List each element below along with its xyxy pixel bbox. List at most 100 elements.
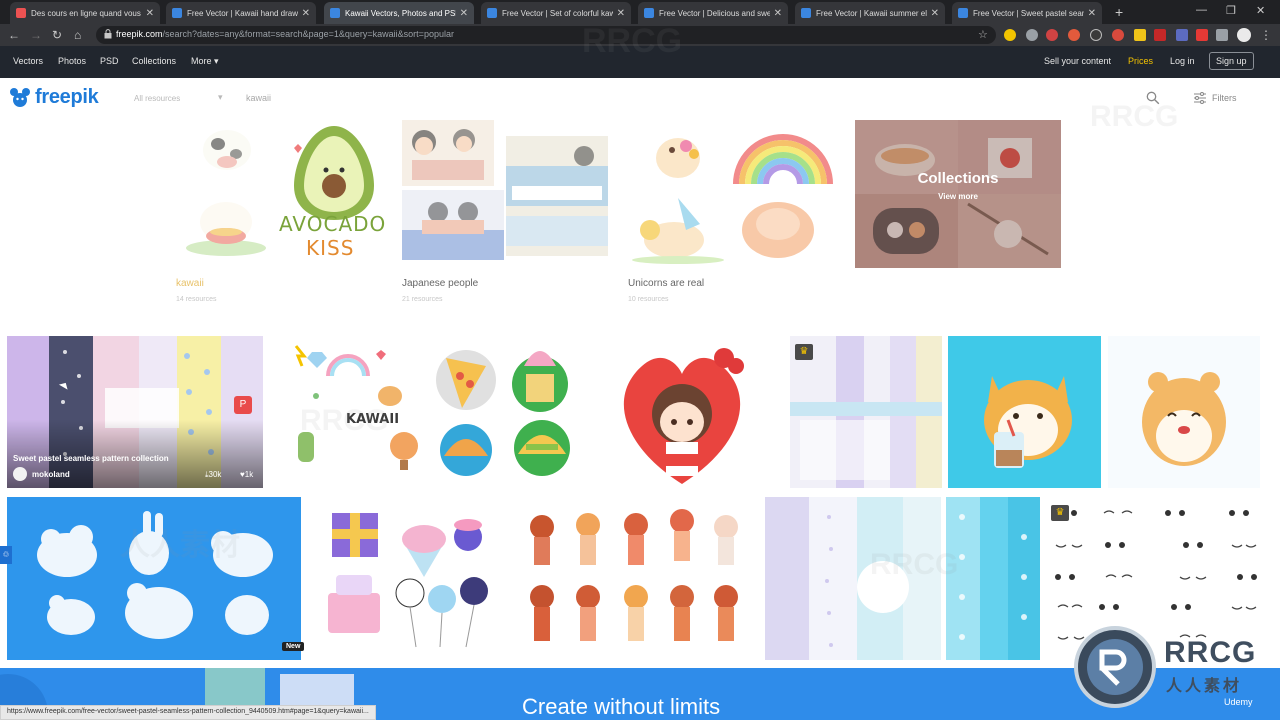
pinterest-save-icon[interactable]: P <box>234 396 252 414</box>
japanese-people-thumb-1 <box>402 120 494 186</box>
resources-dropdown[interactable]: All resources <box>134 94 180 103</box>
extension-dark-icon[interactable] <box>1090 29 1102 41</box>
close-tab-icon[interactable]: ✕ <box>302 8 310 19</box>
home-icon[interactable]: ⌂ <box>74 27 81 43</box>
tab-favicon-icon <box>330 8 340 18</box>
browser-tab[interactable]: Des cours en ligne quand vous ✕ <box>10 2 160 24</box>
download-count: ⤓30k <box>205 470 222 479</box>
profile-avatar[interactable] <box>1237 28 1251 42</box>
browser-tab[interactable]: Free Vector | Set of colorful kaw ✕ <box>481 2 631 24</box>
rrcg-watermark-name: RRCG <box>1164 636 1257 669</box>
maximize-icon[interactable]: ❐ <box>1226 4 1236 17</box>
resource-title[interactable]: Sweet pastel seamless pattern collection <box>13 454 169 463</box>
collection-count: 14 resources <box>176 296 217 303</box>
browser-tab[interactable]: Kawaii Vectors, Photos and PSD ✕ <box>324 2 474 24</box>
tab-title: Free Vector | Kawaii summer ele <box>816 8 927 18</box>
freepik-logo-icon[interactable] <box>8 86 32 108</box>
bookmark-star-icon[interactable]: ☆ <box>978 28 988 41</box>
nav-psd[interactable]: PSD <box>100 56 119 66</box>
collections-tile[interactable]: Collections View more <box>855 120 1061 268</box>
filters-button[interactable]: Filters <box>1212 93 1237 103</box>
tab-title: Free Vector | Kawaii hand drawn <box>187 8 298 18</box>
like-count[interactable]: ♥1k <box>240 470 253 479</box>
search-input[interactable]: kawaii <box>246 93 271 103</box>
reload-icon[interactable]: ↻ <box>52 27 62 43</box>
browser-tab[interactable]: Free Vector | Kawaii summer ele ✕ <box>795 2 945 24</box>
close-tab-icon[interactable]: ✕ <box>1088 8 1096 19</box>
browser-menu-icon[interactable]: ⋮ <box>1260 27 1272 43</box>
minimize-icon[interactable]: — <box>1196 4 1207 16</box>
pastel-panels-thumb[interactable] <box>765 497 941 660</box>
extension-recorder-icon[interactable] <box>1068 29 1080 41</box>
browser-tab[interactable]: Free Vector | Sweet pastel seaml ✕ <box>952 2 1102 24</box>
extension-mail-icon[interactable] <box>1154 29 1166 41</box>
extension-red-icon[interactable] <box>1046 29 1058 41</box>
shiba-boba-thumb[interactable] <box>948 336 1101 488</box>
kiss-text: KISS <box>306 236 355 260</box>
collections-title[interactable]: Collections <box>855 170 1061 187</box>
kawaii-people-thumb[interactable] <box>520 497 750 660</box>
nav-sell-content[interactable]: Sell your content <box>1044 56 1111 66</box>
nav-photos[interactable]: Photos <box>58 56 86 66</box>
close-tab-icon[interactable]: ✕ <box>931 8 939 19</box>
party-items-thumb[interactable] <box>320 497 500 660</box>
freepik-logo[interactable]: freepik <box>35 86 99 109</box>
browser-tab[interactable]: Free Vector | Kawaii hand drawn ✕ <box>166 2 316 24</box>
collection-title[interactable]: Unicorns are real <box>628 278 704 289</box>
extension-tube-icon[interactable] <box>1196 29 1208 41</box>
signup-button[interactable]: Sign up <box>1209 52 1254 70</box>
view-more-link[interactable]: View more <box>855 192 1061 201</box>
author-name[interactable]: mokoland <box>32 470 70 479</box>
rrcg-logo-icon <box>1074 626 1156 708</box>
udemy-label: Udemy <box>1224 697 1253 707</box>
login-link[interactable]: Log in <box>1170 56 1195 66</box>
close-tab-icon[interactable]: ✕ <box>774 8 782 19</box>
tab-title: Free Vector | Delicious and swe <box>659 8 770 18</box>
forward-icon[interactable]: → <box>30 27 42 43</box>
extensions-menu-icon[interactable] <box>1216 29 1228 41</box>
chibi-girl-heart-thumb[interactable] <box>612 336 754 488</box>
tab-title: Free Vector | Sweet pastel seaml <box>973 8 1084 18</box>
unicorn-thumb-3 <box>732 184 824 264</box>
site-header: freepik All resources ▾ kawaii Filters <box>0 78 1280 118</box>
cyan-pattern-thumb[interactable] <box>946 497 1040 660</box>
filters-icon[interactable] <box>1194 92 1206 104</box>
cloud-animals-thumb[interactable] <box>7 497 301 660</box>
browser-tab[interactable]: Free Vector | Delicious and swe ✕ <box>638 2 788 24</box>
hamster-thumb[interactable] <box>1108 336 1260 488</box>
chevron-down-icon[interactable]: ▾ <box>218 92 223 103</box>
close-tab-icon[interactable]: ✕ <box>146 8 154 19</box>
collection-count: 10 resources <box>628 296 669 303</box>
tab-title: Kawaii Vectors, Photos and PSD <box>345 8 456 18</box>
nav-collections[interactable]: Collections <box>132 56 176 66</box>
side-feedback-tab[interactable]: ♲ <box>0 546 12 564</box>
new-badge: New <box>282 642 305 651</box>
close-window-icon[interactable]: ✕ <box>1256 4 1265 17</box>
premium-crown-icon: ♛ <box>795 344 813 360</box>
extension-vue-icon[interactable] <box>1134 29 1146 41</box>
site-top-nav: Vectors Photos PSD Collections More ▾ Se… <box>0 46 1280 78</box>
close-tab-icon[interactable]: ✕ <box>460 8 468 19</box>
nav-prices[interactable]: Prices <box>1128 56 1153 66</box>
extension-puzzle-icon[interactable] <box>1026 29 1038 41</box>
food-characters-thumb[interactable] <box>434 336 576 488</box>
new-tab-button[interactable]: + <box>1115 4 1123 20</box>
search-icon[interactable] <box>1146 91 1160 105</box>
extension-blue-icon[interactable] <box>1176 29 1188 41</box>
rainbow-thumb <box>730 120 836 184</box>
extension-pin-icon[interactable] <box>1112 29 1124 41</box>
tab-favicon-icon <box>172 8 182 18</box>
address-bar[interactable]: freepik.com/search?dates=any&format=sear… <box>96 26 996 44</box>
nav-more[interactable]: More ▾ <box>191 56 219 67</box>
author-avatar[interactable] <box>13 467 27 481</box>
banner-title[interactable]: Create without limits <box>522 694 720 720</box>
nav-vectors[interactable]: Vectors <box>13 56 43 66</box>
collection-title[interactable]: Japanese people <box>402 278 478 289</box>
extension-emoji-icon[interactable] <box>1004 29 1016 41</box>
tab-favicon-icon <box>958 8 968 18</box>
back-icon[interactable]: ← <box>8 27 20 43</box>
collection-title[interactable]: kawaii <box>176 278 204 289</box>
japanese-people-thumb-2 <box>506 136 608 256</box>
cow-illustration <box>196 120 258 176</box>
close-tab-icon[interactable]: ✕ <box>617 8 625 19</box>
